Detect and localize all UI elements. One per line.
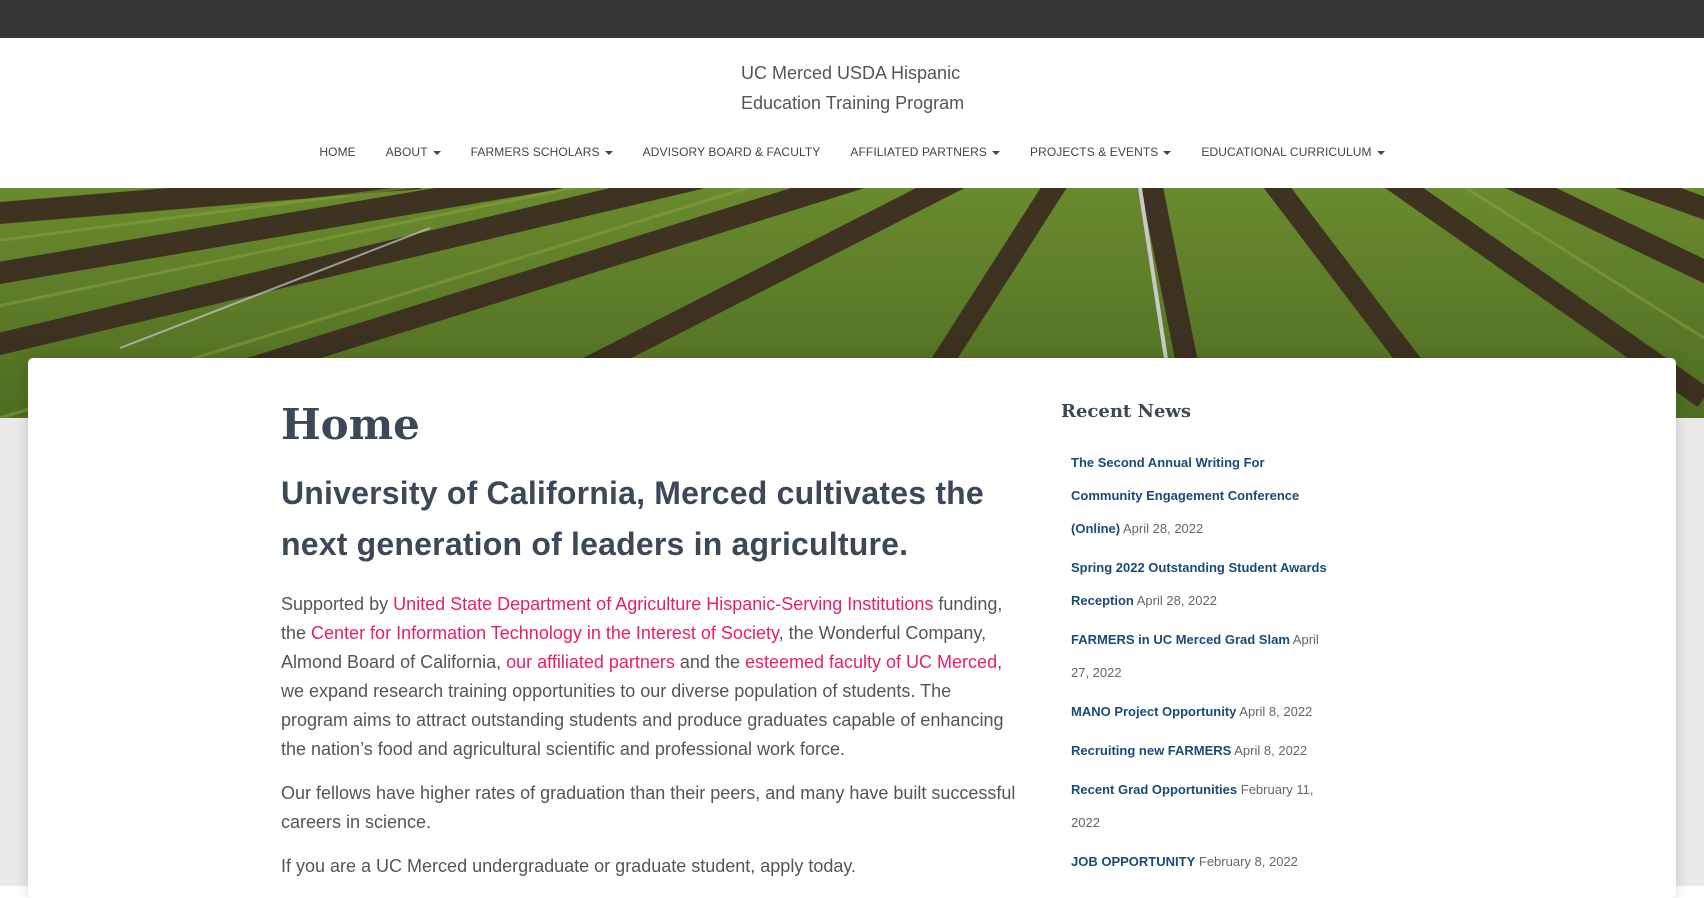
recent-news-title: Recent News (1061, 401, 1192, 422)
nav-item-label: ADVISORY BOARD & FACULTY (642, 145, 821, 159)
caret-down-icon (432, 150, 441, 155)
site-title[interactable]: UC Merced USDA Hispanic Education Traini… (741, 58, 991, 118)
admin-bar (0, 0, 1704, 38)
site-title-line1[interactable]: UC Merced USDA Hispanic (741, 58, 991, 88)
news-date: April 28, 2022 (1123, 521, 1204, 536)
nav-item-about[interactable]: ABOUT (371, 138, 456, 166)
news-date: April 28, 2022 (1136, 593, 1217, 608)
caret-down-icon (1376, 150, 1385, 155)
list-item: Recruiting new FARMERS April 8, 2022 (1071, 734, 1331, 767)
nav-item-label: PROJECTS & EVENTS (1029, 145, 1159, 159)
nav-item-label: HOME (319, 145, 356, 159)
nav-item-farmers-scholars[interactable]: FARMERS SCHOLARS (456, 138, 628, 166)
sidebar: Recent News The Second Annual Writing Fo… (1061, 398, 1331, 884)
news-link[interactable]: Recruiting new FARMERS (1071, 743, 1231, 758)
news-link[interactable]: FARMERS in UC Merced Grad Slam (1071, 632, 1290, 647)
nav-item-affiliated-partners[interactable]: AFFILIATED PARTNERS (835, 138, 1015, 166)
nav-item-label: AFFILIATED PARTNERS (850, 145, 987, 159)
nav-item-projects-events[interactable]: PROJECTS & EVENTS (1015, 138, 1186, 166)
news-link[interactable]: MANO Project Opportunity (1071, 704, 1236, 719)
apply-paragraph: If you are a UC Merced undergraduate or … (281, 856, 857, 876)
main-nav: HOME ABOUT FARMERS SCHOLARS ADVISORY BOA… (0, 138, 1704, 166)
usda-hsi-link[interactable]: United State Department of Agriculture H… (393, 594, 933, 614)
list-item: FARMERS in UC Merced Grad Slam April 27,… (1071, 623, 1331, 689)
list-item: Spring 2022 Outstanding Student Awards R… (1071, 551, 1331, 617)
intro-text: and the (674, 652, 745, 672)
citris-link[interactable]: Center for Information Technology in the… (311, 623, 779, 643)
caret-down-icon (1163, 150, 1172, 155)
intro-text: Supported by (281, 594, 394, 614)
recent-news-list: The Second Annual Writing For Community … (1061, 446, 1331, 878)
nav-item-label: FARMERS SCHOLARS (470, 145, 600, 159)
fellows-paragraph: Our fellows have higher rates of graduat… (281, 783, 1016, 832)
list-item: JOB OPPORTUNITY February 8, 2022 (1071, 845, 1331, 878)
nav-item-label: ABOUT (385, 145, 428, 159)
list-item: Recent Grad Opportunities February 11, 2… (1071, 773, 1331, 839)
nav-item-educational-curriculum[interactable]: EDUCATIONAL CURRICULUM (1186, 138, 1399, 166)
caret-down-icon (604, 150, 613, 155)
news-date: February 8, 2022 (1198, 854, 1298, 869)
caret-down-icon (991, 150, 1000, 155)
main-content: Home University of California, Merced cu… (281, 398, 1023, 896)
news-link[interactable]: JOB OPPORTUNITY (1071, 854, 1195, 869)
faculty-link[interactable]: esteemed faculty of UC Merced (745, 652, 997, 672)
page-title: Home (281, 400, 420, 449)
list-item: MANO Project Opportunity April 8, 2022 (1071, 695, 1331, 728)
site-title-line2[interactable]: Education Training Program (741, 88, 991, 118)
headline: University of California, Merced cultiva… (281, 475, 984, 562)
affiliated-partners-link[interactable]: our affiliated partners (506, 652, 675, 672)
nav-item-advisory-board[interactable]: ADVISORY BOARD & FACULTY (628, 138, 836, 166)
news-date: April 8, 2022 (1239, 704, 1313, 719)
nav-item-label: EDUCATIONAL CURRICULUM (1201, 145, 1372, 159)
news-link[interactable]: Recent Grad Opportunities (1071, 782, 1237, 797)
nav-item-home[interactable]: HOME (304, 138, 370, 166)
intro-paragraph: Supported by United State Department of … (281, 590, 1023, 764)
list-item: The Second Annual Writing For Community … (1071, 446, 1331, 545)
news-date: April 8, 2022 (1234, 743, 1308, 758)
